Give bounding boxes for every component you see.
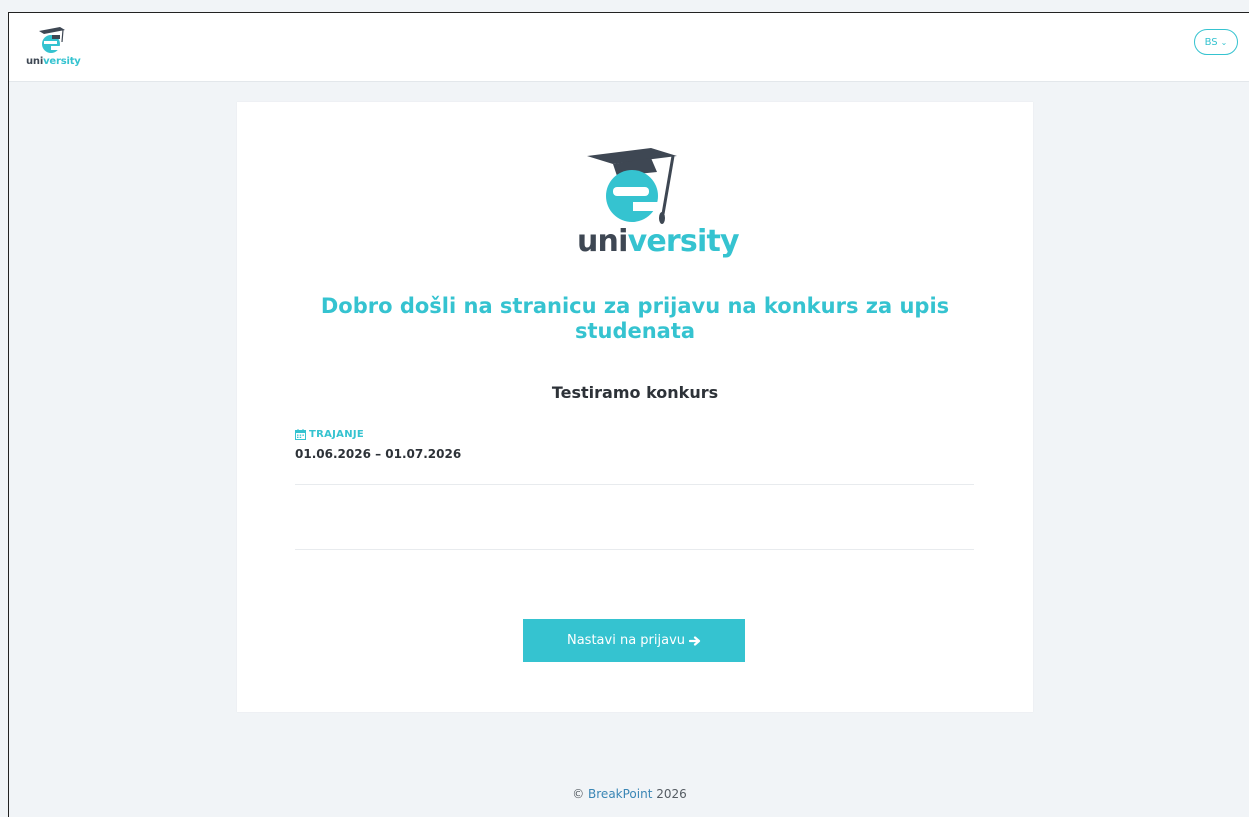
breakpoint-link[interactable]: BreakPoint xyxy=(588,787,652,801)
language-selector[interactable]: BS ⌄ xyxy=(1194,29,1238,55)
chevron-down-icon: ⌄ xyxy=(1220,37,1228,47)
header-logo-wordmark: university xyxy=(26,56,81,67)
continue-to-application-button[interactable]: Nastavi na prijavu xyxy=(523,619,745,662)
header-logo[interactable]: university xyxy=(26,25,86,71)
topbar: university BS ⌄ xyxy=(9,13,1249,82)
page-frame: university BS ⌄ university Dobro došli n… xyxy=(8,12,1249,817)
divider-bottom xyxy=(295,549,974,550)
language-code: BS xyxy=(1204,36,1218,48)
arrow-right-icon xyxy=(689,635,701,646)
footer: © BreakPoint 2026 xyxy=(9,787,1249,801)
hero-logo: university xyxy=(577,144,740,274)
contest-name: Testiramo konkurs xyxy=(551,383,719,402)
copyright-year: 2026 xyxy=(656,787,687,801)
calendar-icon xyxy=(295,429,306,440)
continue-button-label: Nastavi na prijavu xyxy=(566,633,686,648)
graduation-cap-icon xyxy=(39,27,65,53)
divider-top xyxy=(295,484,974,485)
copyright-symbol: © xyxy=(572,787,585,801)
duration-label: TRAJANJE xyxy=(295,429,461,440)
application-card: university Dobro došli na stranicu za pr… xyxy=(237,102,1033,712)
hero-logo-wordmark: university xyxy=(577,224,740,259)
graduation-cap-e-icon xyxy=(587,148,677,224)
duration-section: TRAJANJE 01.06.2026 – 01.07.2026 xyxy=(295,429,461,461)
welcome-heading: Dobro došli na stranicu za prijavu na ko… xyxy=(320,294,950,343)
duration-value: 01.06.2026 – 01.07.2026 xyxy=(295,447,462,461)
